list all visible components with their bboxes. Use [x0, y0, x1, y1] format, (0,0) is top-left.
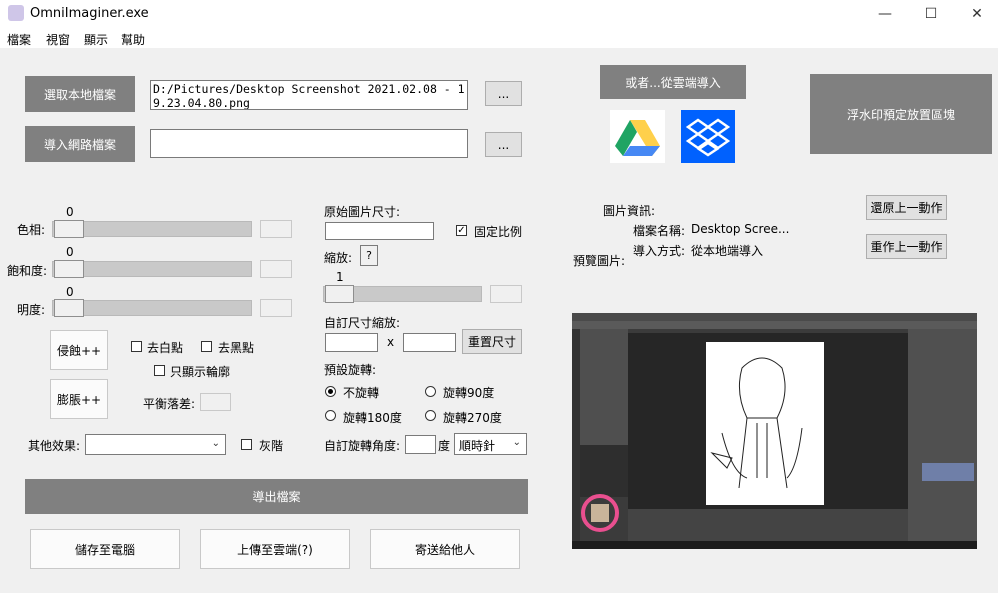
brightness-value-box[interactable]: [260, 299, 292, 317]
preview-label: 預覽圖片:: [573, 254, 626, 268]
other-effects-label: 其他效果:: [28, 439, 81, 453]
menu-view[interactable]: 顯示: [84, 31, 108, 48]
brightness-value-label: 0: [66, 285, 74, 299]
scale-slider-thumb[interactable]: [325, 285, 354, 303]
dilate-button[interactable]: 膨脹++: [50, 379, 108, 419]
scale-value-box[interactable]: [490, 285, 522, 303]
select-local-file-button[interactable]: 選取本地檔案: [25, 76, 135, 112]
preview-screenshot: [572, 313, 977, 549]
browse-local-button[interactable]: ...: [485, 81, 522, 106]
maximize-button[interactable]: ☐: [908, 0, 954, 28]
rotate-270-label: 旋轉270度: [443, 411, 502, 425]
rotate-180-label: 旋轉180度: [343, 411, 402, 425]
custom-rotation-label: 自訂旋轉角度:: [324, 439, 401, 453]
redo-button[interactable]: 重作上一動作: [866, 234, 947, 259]
export-file-button[interactable]: 導出檔案: [25, 479, 528, 514]
preview-image: [572, 313, 977, 549]
import-web-file-button[interactable]: 導入網路檔案: [25, 126, 135, 162]
menu-file[interactable]: 檔案: [7, 31, 31, 48]
grayscale-label: 灰階: [259, 439, 284, 453]
file-name-value: Desktop Scree...: [691, 222, 790, 236]
menu-help[interactable]: 幫助: [121, 31, 145, 48]
other-effects-select[interactable]: ⌄: [85, 434, 226, 455]
watermark-area: 浮水印預定放置區塊: [810, 74, 992, 154]
balance-value-box[interactable]: [200, 393, 231, 411]
dropbox-icon: [685, 118, 731, 157]
rotation-label: 預設旋轉:: [324, 363, 377, 377]
minimize-button[interactable]: —: [862, 0, 908, 28]
brightness-slider-thumb[interactable]: [54, 299, 84, 317]
window-title: OmniImaginer.exe: [30, 6, 149, 21]
saturation-value-box[interactable]: [260, 260, 292, 278]
hue-value-box[interactable]: [260, 220, 292, 238]
scale-label: 縮放:: [324, 251, 353, 265]
rotate-0-label: 不旋轉: [343, 386, 380, 400]
dropbox-button[interactable]: [681, 110, 735, 163]
remove-white-checkbox[interactable]: [131, 341, 142, 352]
local-path-field[interactable]: D:/Pictures/Desktop Screenshot 2021.02.0…: [150, 80, 468, 110]
times-label: x: [387, 335, 395, 349]
chevron-down-icon: ⌄: [211, 438, 220, 449]
rotate-0-radio[interactable]: [325, 386, 336, 397]
undo-button[interactable]: 還原上一動作: [866, 195, 947, 220]
scale-value-label: 1: [336, 270, 344, 284]
lock-ratio-label: 固定比例: [474, 225, 523, 239]
brightness-label: 明度:: [17, 303, 46, 317]
google-drive-icon: [615, 120, 660, 156]
reset-size-button[interactable]: 重置尺寸: [462, 329, 522, 354]
rotate-270-radio[interactable]: [425, 410, 436, 421]
degree-label: 度: [438, 439, 451, 453]
rotation-direction-select[interactable]: 順時針 ⌄: [454, 433, 527, 455]
close-button[interactable]: ✕: [954, 0, 998, 28]
google-drive-button[interactable]: [610, 110, 665, 163]
hue-value-label: 0: [66, 205, 74, 219]
rotate-90-label: 旋轉90度: [443, 386, 495, 400]
saturation-label: 飽和度:: [7, 264, 48, 278]
custom-rotation-field[interactable]: [405, 435, 436, 454]
custom-width-field[interactable]: [325, 333, 378, 352]
hue-label: 色相:: [17, 223, 46, 237]
original-size-field[interactable]: [325, 222, 434, 240]
import-method-value: 從本地端導入: [691, 244, 764, 258]
cloud-import-button[interactable]: 或者...從雲端導入: [600, 65, 746, 99]
original-size-label: 原始圖片尺寸:: [324, 205, 401, 219]
file-name-label: 檔案名稱:: [633, 224, 686, 238]
rotate-90-radio[interactable]: [425, 386, 436, 397]
balance-label: 平衡落差:: [143, 397, 196, 411]
save-to-computer-button[interactable]: 儲存至電腦: [30, 529, 180, 569]
browse-web-button[interactable]: ...: [485, 132, 522, 157]
app-icon: [8, 5, 24, 21]
saturation-value-label: 0: [66, 245, 74, 259]
menu-window[interactable]: 視窗: [46, 31, 70, 48]
web-path-field[interactable]: [150, 129, 468, 158]
outline-only-checkbox[interactable]: [154, 365, 165, 376]
rotation-direction-value: 順時針: [459, 439, 496, 453]
rotate-180-radio[interactable]: [325, 410, 336, 421]
remove-white-label: 去白點: [147, 341, 184, 355]
saturation-slider-thumb[interactable]: [54, 260, 84, 278]
grayscale-checkbox[interactable]: [241, 439, 252, 450]
custom-size-label: 自訂尺寸縮放:: [324, 316, 401, 330]
custom-height-field[interactable]: [403, 333, 456, 352]
upload-to-cloud-button[interactable]: 上傳至雲端(?): [200, 529, 350, 569]
chevron-down-icon: ⌄: [512, 437, 521, 448]
import-method-label: 導入方式:: [633, 244, 686, 258]
outline-only-label: 只顯示輪廓: [170, 365, 231, 379]
image-info-title: 圖片資訊:: [603, 204, 656, 218]
send-to-others-button[interactable]: 寄送給他人: [370, 529, 520, 569]
lock-ratio-checkbox[interactable]: ✓: [456, 225, 467, 236]
remove-black-checkbox[interactable]: [201, 341, 212, 352]
erode-button[interactable]: 侵蝕++: [50, 330, 108, 370]
scale-help-button[interactable]: ?: [360, 245, 378, 266]
remove-black-label: 去黑點: [218, 341, 255, 355]
hue-slider-thumb[interactable]: [54, 220, 84, 238]
menu-bar: [0, 28, 998, 48]
title-bar: [0, 0, 998, 28]
